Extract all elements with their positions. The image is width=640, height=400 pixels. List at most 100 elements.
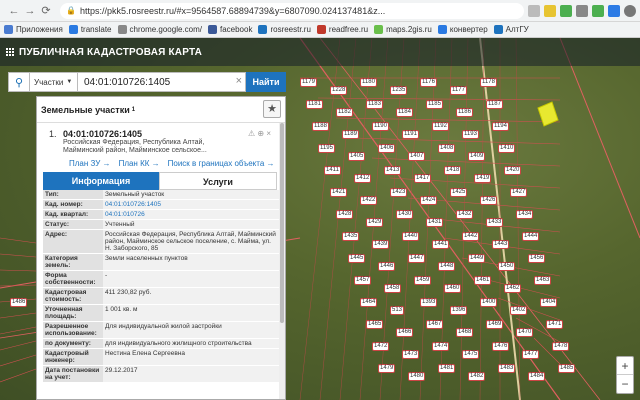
reload-icon[interactable]: ⟳ (38, 3, 54, 19)
parcel-number-label[interactable]: 1466 (396, 328, 414, 337)
star-bookmark-icon[interactable] (528, 4, 540, 17)
parcel-number-label[interactable]: 1429 (366, 218, 384, 227)
parcel-number-label[interactable]: 1408 (438, 144, 456, 153)
parcel-number-label[interactable]: 1189 (342, 130, 359, 139)
zoom-in-button[interactable]: + (617, 357, 633, 375)
parcel-number-label[interactable]: 1450 (498, 262, 516, 271)
parcel-number-label[interactable]: 1474 (432, 342, 450, 351)
parcel-number-label[interactable]: 1402 (510, 306, 528, 315)
parcel-number-label[interactable]: 1176 (420, 78, 437, 87)
parcel-number-label[interactable]: 513 (390, 306, 405, 315)
parcel-number-label[interactable]: 1418 (444, 166, 462, 175)
parcel-number-label[interactable]: 1483 (498, 364, 516, 373)
parcel-number-label[interactable]: 1186 (456, 108, 473, 117)
bookmark-item[interactable]: Приложения (4, 25, 63, 34)
parcel-number-label[interactable]: 1188 (312, 122, 329, 131)
parcel-number-label[interactable]: 1449 (468, 254, 486, 263)
parcel-number-label[interactable]: 1424 (420, 196, 438, 205)
back-icon[interactable]: ← (6, 3, 22, 19)
parcel-number-label[interactable]: 1463 (534, 276, 552, 285)
selected-parcel[interactable] (537, 101, 559, 127)
parcel-number-label[interactable]: 1428 (336, 210, 354, 219)
parcel-number-label[interactable]: 1413 (384, 166, 402, 175)
parcel-number-label[interactable]: 1485 (558, 364, 576, 373)
parcel-number-label[interactable]: 1462 (504, 284, 522, 293)
extension-icon[interactable] (592, 4, 604, 17)
parcel-number-label[interactable]: 1181 (306, 100, 323, 109)
parcel-number-label[interactable]: 1405 (348, 152, 366, 161)
parcel-number-label[interactable]: 1426 (480, 196, 498, 205)
parcel-number-label[interactable]: 1476 (492, 342, 510, 351)
bookmark-item[interactable]: АлтГУ (493, 25, 529, 34)
parcel-number-label[interactable]: 1393 (420, 298, 438, 307)
parcel-number-label[interactable]: 1444 (522, 232, 540, 241)
search-in-bounds-link[interactable]: Поиск в границах объекта → (168, 159, 275, 168)
parcel-number-label[interactable]: 1461 (474, 276, 492, 285)
parcel-number-label[interactable]: 1433 (486, 218, 504, 227)
bookmark-item[interactable]: maps.2gis.ru (374, 25, 432, 34)
parcel-number-label[interactable]: 1448 (438, 262, 456, 271)
parcel-number-label[interactable]: 1440 (402, 232, 420, 241)
parcel-number-label[interactable]: 1411 (324, 166, 341, 175)
tab-information[interactable]: Информация (43, 172, 159, 190)
parcel-number-label[interactable]: 1479 (378, 364, 396, 373)
parcel-number-label[interactable]: 1431 (426, 218, 444, 227)
parcel-number-label[interactable]: 1420 (504, 166, 522, 175)
parcel-number-label[interactable]: 1417 (414, 174, 432, 183)
extension-icon[interactable] (560, 4, 572, 17)
parcel-number-label[interactable]: 1435 (342, 232, 360, 241)
plan-zu-link[interactable]: План ЗУ → (69, 159, 111, 168)
parcel-number-label[interactable]: 1482 (468, 372, 486, 381)
parcel-number-label[interactable]: 1194 (492, 122, 509, 131)
parcel-number-label[interactable]: 1187 (486, 100, 503, 109)
parcel-number-label[interactable]: 1425 (450, 188, 468, 197)
parcel-number-label[interactable]: 1409 (468, 152, 486, 161)
parcel-number-label[interactable]: 1191 (402, 130, 419, 139)
parcel-number-label[interactable]: 1475 (462, 350, 480, 359)
parcel-number-label[interactable]: 1470 (516, 328, 534, 337)
parcel-number-label[interactable]: 1412 (354, 174, 372, 183)
parcel-number-label[interactable]: 1177 (450, 86, 467, 95)
parcel-number-label[interactable]: 1195 (318, 144, 335, 153)
search-input[interactable] (78, 72, 246, 92)
parcel-number-label[interactable]: 1471 (546, 320, 564, 329)
parcel-number-label[interactable]: 1422 (360, 196, 378, 205)
bookmark-item[interactable]: chrome.google.com/ (117, 25, 202, 34)
parcel-number-label[interactable]: 1445 (348, 254, 366, 263)
parcel-number-label[interactable]: 1467 (426, 320, 444, 329)
extension-icon[interactable] (608, 4, 620, 17)
menu-grid-icon[interactable] (6, 48, 14, 56)
find-button[interactable]: Найти (246, 72, 286, 92)
parcel-number-label[interactable]: 1446 (378, 262, 396, 271)
parcel-number-label[interactable]: 1396 (450, 306, 468, 315)
parcel-number-label[interactable]: 1193 (462, 130, 479, 139)
attribute-value[interactable]: 04:01:010726:1405 (103, 199, 279, 210)
parcel-number-label[interactable]: 1423 (390, 188, 408, 197)
parcel-number-label[interactable]: 1441 (432, 240, 450, 249)
bookmark-item[interactable]: translate (68, 25, 112, 34)
parcel-number-label[interactable]: 1178 (480, 78, 497, 87)
parcel-number-label[interactable]: 1179 (300, 78, 317, 87)
url-field[interactable]: 🔒 https://pkk5.rosreestr.ru/#x=9564587.6… (60, 2, 524, 19)
search-icon[interactable]: ⚲ (8, 72, 30, 92)
parcel-number-label[interactable]: 1235 (390, 86, 408, 95)
parcel-number-label[interactable]: 1478 (552, 342, 570, 351)
parcel-number-label[interactable]: 1486 (10, 298, 28, 307)
parcel-number-label[interactable]: 1400 (480, 298, 498, 307)
result-item[interactable]: 1. 04:01:010726:1405 Российская Федераци… (37, 123, 285, 157)
parcel-number-label[interactable]: 1427 (510, 188, 528, 197)
parcel-number-label[interactable]: 1481 (438, 364, 456, 373)
parcel-number-label[interactable]: 1472 (372, 342, 390, 351)
panel-scrollbar[interactable] (279, 123, 285, 399)
parcel-number-label[interactable]: 1442 (462, 232, 480, 241)
parcel-number-label[interactable]: 1468 (456, 328, 474, 337)
parcel-number-label[interactable]: 1447 (408, 254, 426, 263)
parcel-number-label[interactable]: 1473 (402, 350, 420, 359)
parcel-number-label[interactable]: 1184 (396, 108, 413, 117)
star-icon[interactable]: ★ (263, 100, 281, 118)
parcel-number-label[interactable]: 1439 (372, 240, 390, 249)
parcel-number-label[interactable]: 1410 (498, 144, 516, 153)
tab-services[interactable]: Услуги (159, 172, 277, 190)
parcel-number-label[interactable]: 1421 (330, 188, 348, 197)
parcel-number-label[interactable]: 1457 (354, 276, 372, 285)
